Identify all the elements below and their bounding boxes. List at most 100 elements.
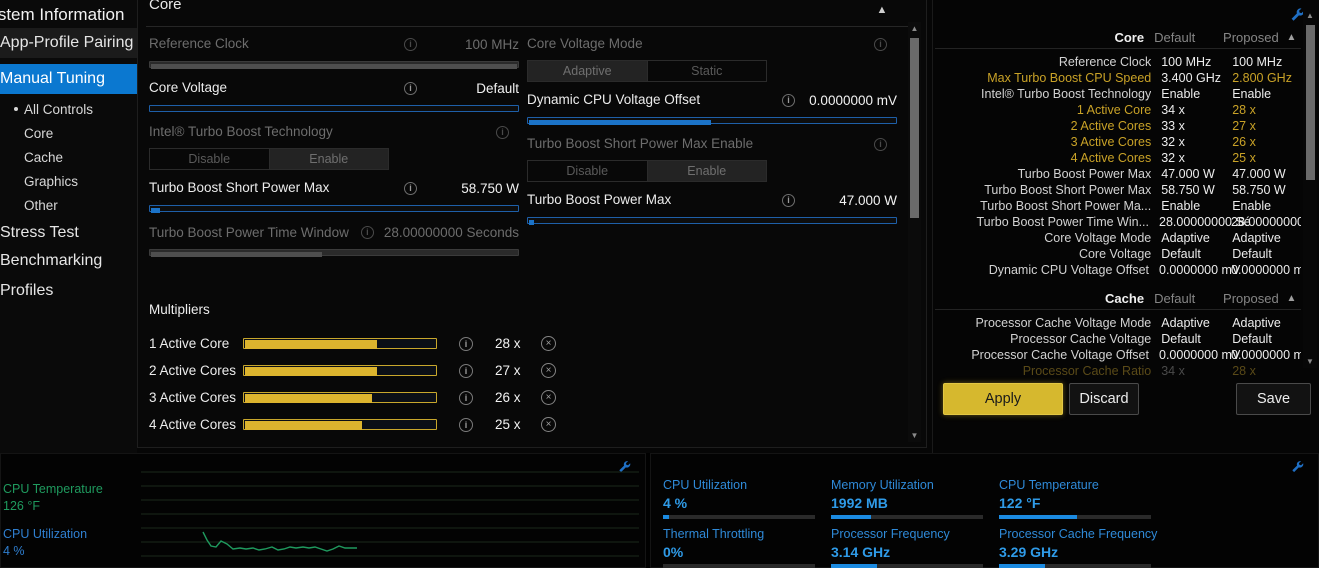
slider[interactable] [149, 60, 519, 69]
apply-button[interactable]: Apply [943, 383, 1063, 415]
slider-track[interactable] [243, 392, 437, 403]
info-icon[interactable]: i [404, 37, 417, 51]
info-icon[interactable]: i [782, 93, 795, 107]
multiplier-slider[interactable] [243, 365, 437, 376]
control-core-voltage-mode: Core Voltage Mode i Adaptive Static [527, 30, 897, 82]
info-icon[interactable]: i [459, 390, 473, 405]
multiplier-slider[interactable] [243, 419, 437, 430]
sidebar-item-all-controls[interactable]: All Controls [0, 97, 137, 121]
control-label: Turbo Boost Short Power Max Enable [527, 136, 754, 151]
summary-section-header[interactable]: Cache Default Proposed ▲ [933, 287, 1301, 309]
slider[interactable] [527, 216, 897, 225]
info-icon[interactable]: i [459, 417, 473, 432]
slider-fill [245, 421, 363, 430]
wrench-icon[interactable] [1290, 459, 1306, 475]
slider-track[interactable] [527, 117, 897, 125]
sidebar-item-core[interactable]: Core [0, 121, 137, 145]
panel-scrollbar[interactable]: ▲ ▼ [908, 22, 921, 442]
sidebar-item-manual-tuning[interactable]: Manual Tuning [0, 64, 137, 94]
scrollbar-thumb[interactable] [910, 38, 919, 218]
control-turbo-boost-power-max: Turbo Boost Power Max i 47.000 W [527, 186, 897, 225]
save-button[interactable]: Save [1236, 383, 1311, 415]
plot-svg [141, 471, 639, 557]
info-icon[interactable]: i [404, 81, 417, 95]
scroll-down-icon[interactable]: ▼ [1303, 356, 1317, 368]
segment-disable[interactable]: Disable [527, 160, 648, 182]
sidebar-item-benchmarking[interactable]: Benchmarking [0, 246, 137, 276]
slider-track[interactable] [243, 338, 437, 349]
slider-track[interactable] [243, 419, 437, 430]
slider-track[interactable] [149, 61, 519, 69]
slider-track[interactable] [149, 105, 519, 112]
row-name: 3 Active Cores [1070, 135, 1152, 149]
row-proposed-value: 28.00000000 Sé [1231, 215, 1301, 229]
scroll-down-icon[interactable]: ▼ [908, 429, 921, 442]
summary-scrollbar[interactable]: ▲ ▼ [1303, 10, 1317, 368]
slider[interactable] [149, 204, 519, 213]
scroll-up-icon[interactable]: ▲ [1303, 10, 1317, 22]
info-icon[interactable]: i [459, 363, 473, 378]
slider[interactable] [527, 116, 897, 125]
divider [935, 48, 1301, 49]
slider-track[interactable] [149, 205, 519, 213]
row-proposed-value: 25 x [1232, 151, 1256, 165]
section-title: Cache [1105, 290, 1145, 306]
control-value: 47.000 W [839, 192, 897, 208]
tile-progress-fill [999, 564, 1045, 568]
row-name: Reference Clock [1058, 55, 1152, 69]
graph-legend-value: 126 °F [3, 499, 40, 513]
info-icon[interactable]: i [874, 137, 887, 151]
chevron-up-icon[interactable]: ▲ [1282, 32, 1301, 43]
sidebar-item-other[interactable]: Other [0, 193, 137, 217]
chevron-up-icon[interactable]: ▲ [1282, 293, 1301, 304]
sidebar-item-stress-test[interactable]: Stress Test [0, 218, 137, 248]
slider-track[interactable] [527, 217, 897, 225]
multiplier-label: 1 Active Core [149, 336, 230, 351]
scrollbar-thumb[interactable] [1306, 25, 1315, 180]
sidebar-item-graphics[interactable]: Graphics [0, 169, 137, 193]
scroll-up-icon[interactable]: ▲ [908, 22, 921, 35]
segment-adaptive[interactable]: Adaptive [527, 60, 648, 82]
tile-label: Memory Utilization [831, 478, 934, 492]
sidebar-item-cache[interactable]: Cache [0, 145, 137, 169]
sidebar-sub-label: Graphics [24, 173, 79, 189]
row-proposed-value: 58.750 W [1232, 183, 1286, 197]
segmented-control: Disable Enable [149, 148, 389, 170]
summary-section-header[interactable]: Core Default Proposed ▲ [933, 26, 1301, 48]
row-proposed-value: 27 x [1232, 119, 1256, 133]
core-controls-left-column: Reference Clock i 100 MHz Core Voltage i Defa… [149, 30, 519, 262]
slider[interactable] [149, 248, 519, 257]
sidebar-item-system-information[interactable]: System Information [0, 5, 137, 25]
info-icon[interactable]: i [496, 125, 509, 139]
row-default-value: Default [1161, 247, 1201, 261]
xtu-window: System Information App-Profile Pairing Ma… [0, 0, 1319, 568]
info-icon[interactable]: i [404, 181, 417, 195]
segment-enable[interactable]: Enable [647, 160, 767, 182]
reset-icon[interactable]: × [541, 390, 556, 405]
multiplier-slider[interactable] [243, 338, 437, 349]
info-icon[interactable]: i [459, 336, 473, 351]
reset-icon[interactable]: × [541, 417, 556, 432]
chevron-up-icon[interactable]: ▲ [874, 2, 890, 18]
control-label: Core Voltage Mode [527, 36, 643, 51]
sidebar-item-app-profile-pairing[interactable]: App-Profile Pairing [0, 28, 137, 58]
sidebar-item-profiles[interactable]: Profiles [0, 276, 137, 306]
slider-track[interactable] [243, 365, 437, 376]
info-icon[interactable]: i [782, 193, 795, 207]
discard-button[interactable]: Discard [1069, 383, 1139, 415]
slider-track[interactable] [149, 249, 519, 257]
info-icon[interactable]: i [874, 37, 887, 51]
segment-enable[interactable]: Enable [269, 148, 389, 170]
multiplier-slider[interactable] [243, 392, 437, 403]
control-label: Core Voltage [149, 80, 228, 95]
control-label: Reference Clock [149, 36, 249, 51]
reset-icon[interactable]: × [541, 336, 556, 351]
segmented-control: Adaptive Static [527, 60, 767, 82]
reset-icon[interactable]: × [541, 363, 556, 378]
info-icon[interactable]: i [360, 225, 374, 239]
row-name: Dynamic CPU Voltage Offset [988, 263, 1149, 277]
segment-static[interactable]: Static [647, 60, 767, 82]
tile-value: 4 % [663, 495, 688, 511]
slider[interactable] [149, 104, 519, 113]
segment-disable[interactable]: Disable [149, 148, 270, 170]
